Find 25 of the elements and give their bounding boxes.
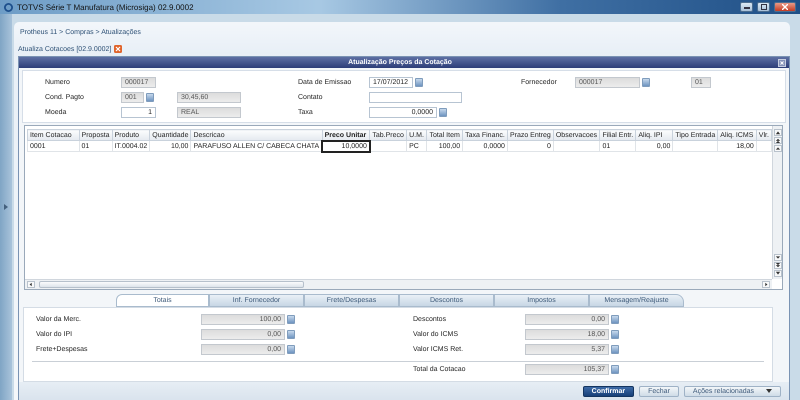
input-field[interactable] bbox=[369, 92, 462, 103]
window-title: TOTVS Série T Manufatura (Microsiga) 02.9.0002 bbox=[17, 2, 195, 12]
table-cell bbox=[553, 140, 600, 152]
caret-icon bbox=[766, 389, 772, 394]
app-logo-icon bbox=[4, 2, 13, 12]
scroll-bottom-button[interactable] bbox=[774, 270, 782, 277]
scroll-right-button[interactable] bbox=[762, 280, 770, 288]
maximize-icon bbox=[760, 4, 766, 10]
maximize-button[interactable] bbox=[757, 2, 770, 12]
scrollbar-thumb[interactable] bbox=[39, 280, 304, 288]
table-cell bbox=[370, 140, 407, 152]
scroll-top-button[interactable] bbox=[774, 129, 782, 136]
close-button[interactable] bbox=[774, 2, 796, 12]
lookup-button[interactable] bbox=[439, 108, 447, 117]
minimize-icon bbox=[744, 6, 750, 8]
page-down-button[interactable] bbox=[774, 262, 782, 269]
page-up-button[interactable] bbox=[774, 137, 782, 144]
scroll-left-button[interactable] bbox=[27, 280, 35, 288]
expand-arrow-icon[interactable] bbox=[4, 204, 8, 210]
table-cell bbox=[672, 140, 718, 152]
minimize-button[interactable] bbox=[740, 2, 753, 12]
lookup-button[interactable] bbox=[415, 78, 423, 87]
close-icon bbox=[782, 4, 788, 10]
close-icon[interactable] bbox=[778, 58, 786, 66]
calculator-button[interactable] bbox=[611, 365, 619, 374]
